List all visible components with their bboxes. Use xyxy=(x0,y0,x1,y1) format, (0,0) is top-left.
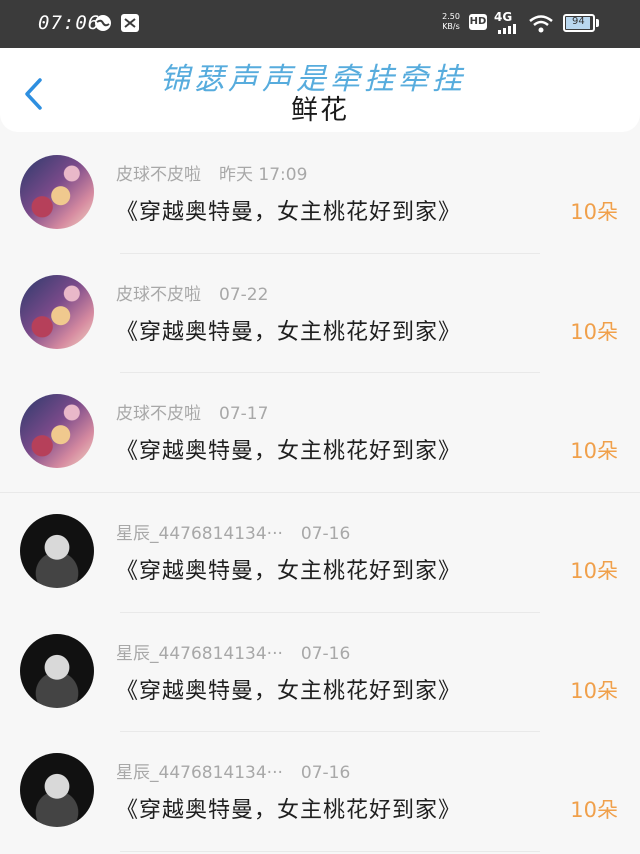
book-title: 《穿越奥特曼，女主桃花好到家》 xyxy=(116,798,462,824)
user-name[interactable]: 皮球不皮啦 xyxy=(116,165,201,185)
item-time: 07-16 xyxy=(300,763,351,784)
battery-level: 94 xyxy=(572,16,585,27)
signal-icon xyxy=(498,24,516,34)
list-item[interactable]: 星辰_4476814134··· 07-16 《穿越奥特曼，女主桃花好到家》 10朵 xyxy=(0,613,640,733)
avatar[interactable] xyxy=(20,633,94,708)
item-meta: 星辰_4476814134··· 07-16 xyxy=(116,639,350,664)
flower-count: 10朵 xyxy=(570,798,618,823)
list-item[interactable]: 皮球不皮啦 07-17 《穿越奥特曼，女主桃花好到家》 10朵 xyxy=(0,373,640,494)
list-item[interactable]: 星辰_4476814134··· 07-16 《穿越奥特曼，女主桃花好到家》 10朵 xyxy=(0,493,640,613)
item-meta: 星辰_4476814134··· 07-16 xyxy=(116,519,350,544)
avatar[interactable] xyxy=(20,394,94,469)
list-item[interactable]: 皮球不皮啦 07-22 《穿越奥特曼，女主桃花好到家》 10朵 xyxy=(0,254,640,374)
item-meta: 皮球不皮啦 07-17 xyxy=(116,399,268,424)
avatar[interactable] xyxy=(20,514,94,589)
flower-count: 10朵 xyxy=(570,678,618,703)
net-speed-value: 2.50 xyxy=(442,12,460,21)
watermark: 锦瑟声声是牵挂牵挂 xyxy=(160,62,466,97)
book-title: 《穿越奥特曼，女主桃花好到家》 xyxy=(116,439,462,465)
avatar[interactable] xyxy=(20,274,94,349)
network-type: 4G xyxy=(494,10,513,24)
status-time: 07:06 xyxy=(38,12,101,34)
browser-icon xyxy=(95,15,111,31)
user-name[interactable]: 星辰_4476814134··· xyxy=(116,524,283,544)
app-icon xyxy=(121,14,139,32)
item-time: 昨天 17:09 xyxy=(219,165,308,185)
item-meta: 皮球不皮啦 昨天 17:09 xyxy=(116,160,307,185)
item-time: 07-16 xyxy=(300,524,351,545)
book-title: 《穿越奥特曼，女主桃花好到家》 xyxy=(116,678,462,704)
avatar[interactable] xyxy=(20,753,94,828)
item-time: 07-16 xyxy=(300,643,351,664)
flower-list: 皮球不皮啦 昨天 17:09 《穿越奥特曼，女主桃花好到家》 10朵 皮球不皮啦 07-2… xyxy=(0,134,640,853)
net-speed-unit: KB/s xyxy=(442,22,460,31)
avatar[interactable] xyxy=(20,155,94,229)
net-speed: 2.50 KB/s xyxy=(440,12,462,32)
item-time: 07-17 xyxy=(219,404,269,425)
wifi-icon xyxy=(529,15,553,33)
divider xyxy=(120,851,540,853)
list-item[interactable]: 星辰_4476814134··· 07-16 《穿越奥特曼，女主桃花好到家》 10朵 xyxy=(0,732,640,853)
flower-count: 10朵 xyxy=(570,559,618,584)
flower-count: 10朵 xyxy=(570,439,618,464)
flower-count: 10朵 xyxy=(570,319,618,344)
item-meta: 星辰_4476814134··· 07-16 xyxy=(116,758,350,783)
user-name[interactable]: 皮球不皮啦 xyxy=(116,404,201,424)
status-bar: 07:06 2.50 KB/s HD 4G 94 xyxy=(0,0,640,48)
book-title: 《穿越奥特曼，女主桃花好到家》 xyxy=(116,559,462,585)
book-title: 《穿越奥特曼，女主桃花好到家》 xyxy=(116,319,462,345)
book-title: 《穿越奥特曼，女主桃花好到家》 xyxy=(116,200,462,225)
flower-count: 10朵 xyxy=(570,200,618,224)
item-time: 07-22 xyxy=(219,284,269,305)
hd-badge: HD xyxy=(469,14,487,30)
user-name[interactable]: 星辰_4476814134··· xyxy=(116,644,283,664)
user-name[interactable]: 皮球不皮啦 xyxy=(116,285,201,305)
list-item[interactable]: 皮球不皮啦 昨天 17:09 《穿越奥特曼，女主桃花好到家》 10朵 xyxy=(0,134,640,254)
user-name[interactable]: 星辰_4476814134··· xyxy=(116,763,283,783)
item-meta: 皮球不皮啦 07-22 xyxy=(116,280,268,305)
